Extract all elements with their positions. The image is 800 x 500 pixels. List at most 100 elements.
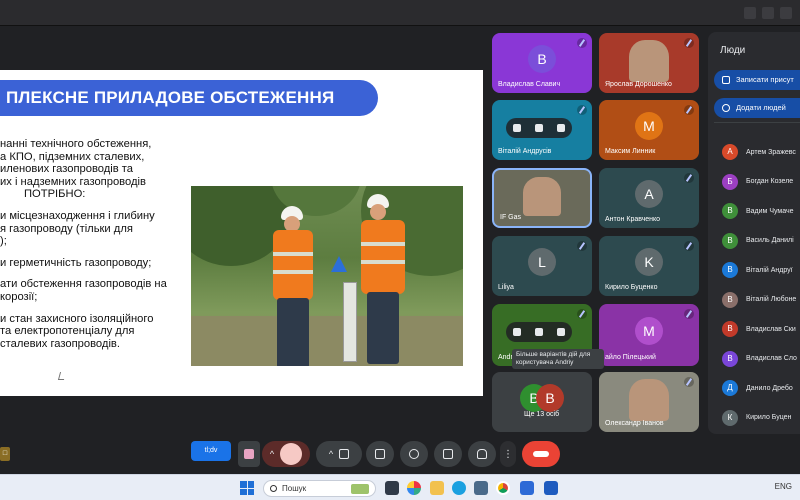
participant-tile-more[interactable]: В В Ще 13 осіб <box>492 372 592 432</box>
panel-title: Люди <box>720 45 746 56</box>
person-name: Данило Дребо <box>746 384 793 392</box>
more-vert-icon[interactable] <box>557 124 565 132</box>
emoji-button[interactable] <box>400 441 428 467</box>
present-screen-button[interactable] <box>366 441 394 467</box>
word-icon[interactable] <box>544 481 558 495</box>
task-view-icon[interactable] <box>385 481 399 495</box>
taskbar-search[interactable]: Пошук <box>263 480 376 497</box>
avatar: В <box>722 291 738 308</box>
slide-text-line: ПОТРІБНО: <box>24 188 86 201</box>
add-people-label: Додати людей <box>736 103 786 112</box>
mic-muted-icon <box>684 105 694 115</box>
effects-icon <box>244 449 254 459</box>
tldv-label: tl;dv <box>204 447 218 454</box>
camera-button[interactable]: ^ <box>316 441 362 467</box>
avatar: В <box>722 350 738 367</box>
record-attendance-label: Записати присут <box>736 75 794 84</box>
system-tray-language[interactable]: ENG <box>775 482 792 491</box>
people-list-item[interactable]: Д Данило Дребо <box>722 379 793 397</box>
browser-top-bar <box>0 0 800 26</box>
slide-text-line: сталевих газопроводів. <box>0 337 120 350</box>
people-list-item[interactable]: В Віталій Любоне <box>722 291 796 309</box>
participant-tile-maksym[interactable]: М Максим Линник <box>599 100 699 160</box>
mic-muted-icon <box>577 38 587 48</box>
search-icon <box>270 485 277 492</box>
person-name: Віталій Любоне <box>746 296 797 303</box>
people-list-item[interactable]: В Вадим Чумаче <box>722 202 794 220</box>
participant-name: Віталій Андрусів <box>498 148 552 155</box>
person-name: Вадим Чумаче <box>746 207 794 215</box>
people-list-item[interactable]: В Василь Данилі <box>722 232 794 250</box>
add-people-button[interactable]: Додати людей <box>714 98 800 118</box>
slide-text-line: корозії; <box>0 290 38 303</box>
tldv-extension-button[interactable]: tl;dv <box>191 441 231 461</box>
hang-up-icon <box>533 451 549 457</box>
participant-tile-yaroslav[interactable]: Ярослав Дорошенко <box>599 33 699 93</box>
mic-muted-icon <box>577 309 587 319</box>
record-attendance-button[interactable]: Записати присут <box>714 70 800 90</box>
more-vert-icon[interactable] <box>557 328 565 336</box>
more-options-button[interactable]: ⋮ <box>500 441 516 467</box>
camera-icon <box>339 449 350 459</box>
microphone-button[interactable]: ^ <box>262 441 310 467</box>
captions-button[interactable] <box>434 441 462 467</box>
avatar: L <box>528 248 556 276</box>
pin-icon[interactable] <box>513 124 521 132</box>
people-list-item[interactable]: К Кирило Буцен <box>722 409 791 427</box>
minimize-icon[interactable] <box>744 7 756 19</box>
participant-name: Ще 13 осіб <box>524 411 560 418</box>
participant-tile-vladyslav[interactable]: В Владислав Славич <box>492 33 592 93</box>
slide-text-line <box>0 201 192 210</box>
people-list-item[interactable]: А Артем Зражевс <box>722 143 796 161</box>
participant-name: Максим Линник <box>605 148 656 155</box>
store-icon[interactable] <box>474 481 488 495</box>
participant-name: Кирило Буценко <box>605 284 658 291</box>
chevron-up-icon: ^ <box>269 449 275 459</box>
participant-tile-liliya[interactable]: L Liliya <box>492 236 592 296</box>
participant-tile-anton[interactable]: А Антон Кравченко <box>599 168 699 228</box>
captions-icon <box>443 449 453 459</box>
mic-muted-icon <box>577 241 587 251</box>
participant-name: Антон Кравченко <box>605 216 661 223</box>
video-feed <box>522 176 562 216</box>
raise-hand-button[interactable] <box>468 441 496 467</box>
people-list-item[interactable]: В Владислав Ски <box>722 320 796 338</box>
edge-icon[interactable] <box>452 481 466 495</box>
slide-text-line: и місцезнаходження і глибину <box>0 209 155 222</box>
people-list-item[interactable]: В Владислав Сло <box>722 350 797 368</box>
effects-button[interactable] <box>238 441 260 467</box>
participant-name: айло Пілецький <box>605 354 656 361</box>
more-vert-icon: ⋮ <box>503 448 513 460</box>
file-explorer-icon[interactable] <box>430 481 444 495</box>
app-icon[interactable] <box>520 481 534 495</box>
people-list-item[interactable]: В Віталій Андруї <box>722 261 793 279</box>
participant-tile-vitaliy[interactable]: Віталій Андрусів <box>492 100 592 160</box>
maximize-icon[interactable] <box>762 7 774 19</box>
person-name: Богдан Козеле <box>746 178 794 185</box>
copilot-icon[interactable] <box>407 481 421 495</box>
close-icon[interactable] <box>780 7 792 19</box>
person-name: Василь Данилі <box>746 237 794 244</box>
avatar: M <box>635 317 663 345</box>
avatar: В <box>722 262 738 278</box>
participant-name: Ярослав Дорошенко <box>605 81 672 88</box>
slide-text-line: иленових газопроводів та <box>0 163 134 176</box>
pin-icon[interactable] <box>513 328 521 336</box>
slide-text-line: их і надземних газопроводів <box>0 175 146 188</box>
mute-participant-icon[interactable] <box>535 124 543 132</box>
mute-participant-icon[interactable] <box>535 328 543 336</box>
slide-text-line: та електропотенціалу для <box>0 325 135 338</box>
participant-tile-if-gas[interactable]: IF Gas <box>492 168 592 228</box>
slide-text-line: нанні технічного обстеження, <box>0 138 152 150</box>
mic-muted-icon <box>684 309 694 319</box>
participant-tile-mykhailo[interactable]: Mайло Пілецький <box>599 304 699 366</box>
windows-start-icon[interactable] <box>240 481 254 495</box>
tile-hover-controls <box>506 118 572 138</box>
mic-muted-icon <box>684 38 694 48</box>
chrome-icon[interactable] <box>496 481 510 495</box>
leave-call-button[interactable] <box>522 441 560 467</box>
people-list-item[interactable]: Б Богдан Козеле <box>722 173 793 191</box>
participant-tile-oleksandr[interactable]: Олександр Іванов <box>599 372 699 432</box>
tile-hover-controls <box>506 322 572 342</box>
participant-tile-kyrylo[interactable]: K Кирило Буценко <box>599 236 699 296</box>
